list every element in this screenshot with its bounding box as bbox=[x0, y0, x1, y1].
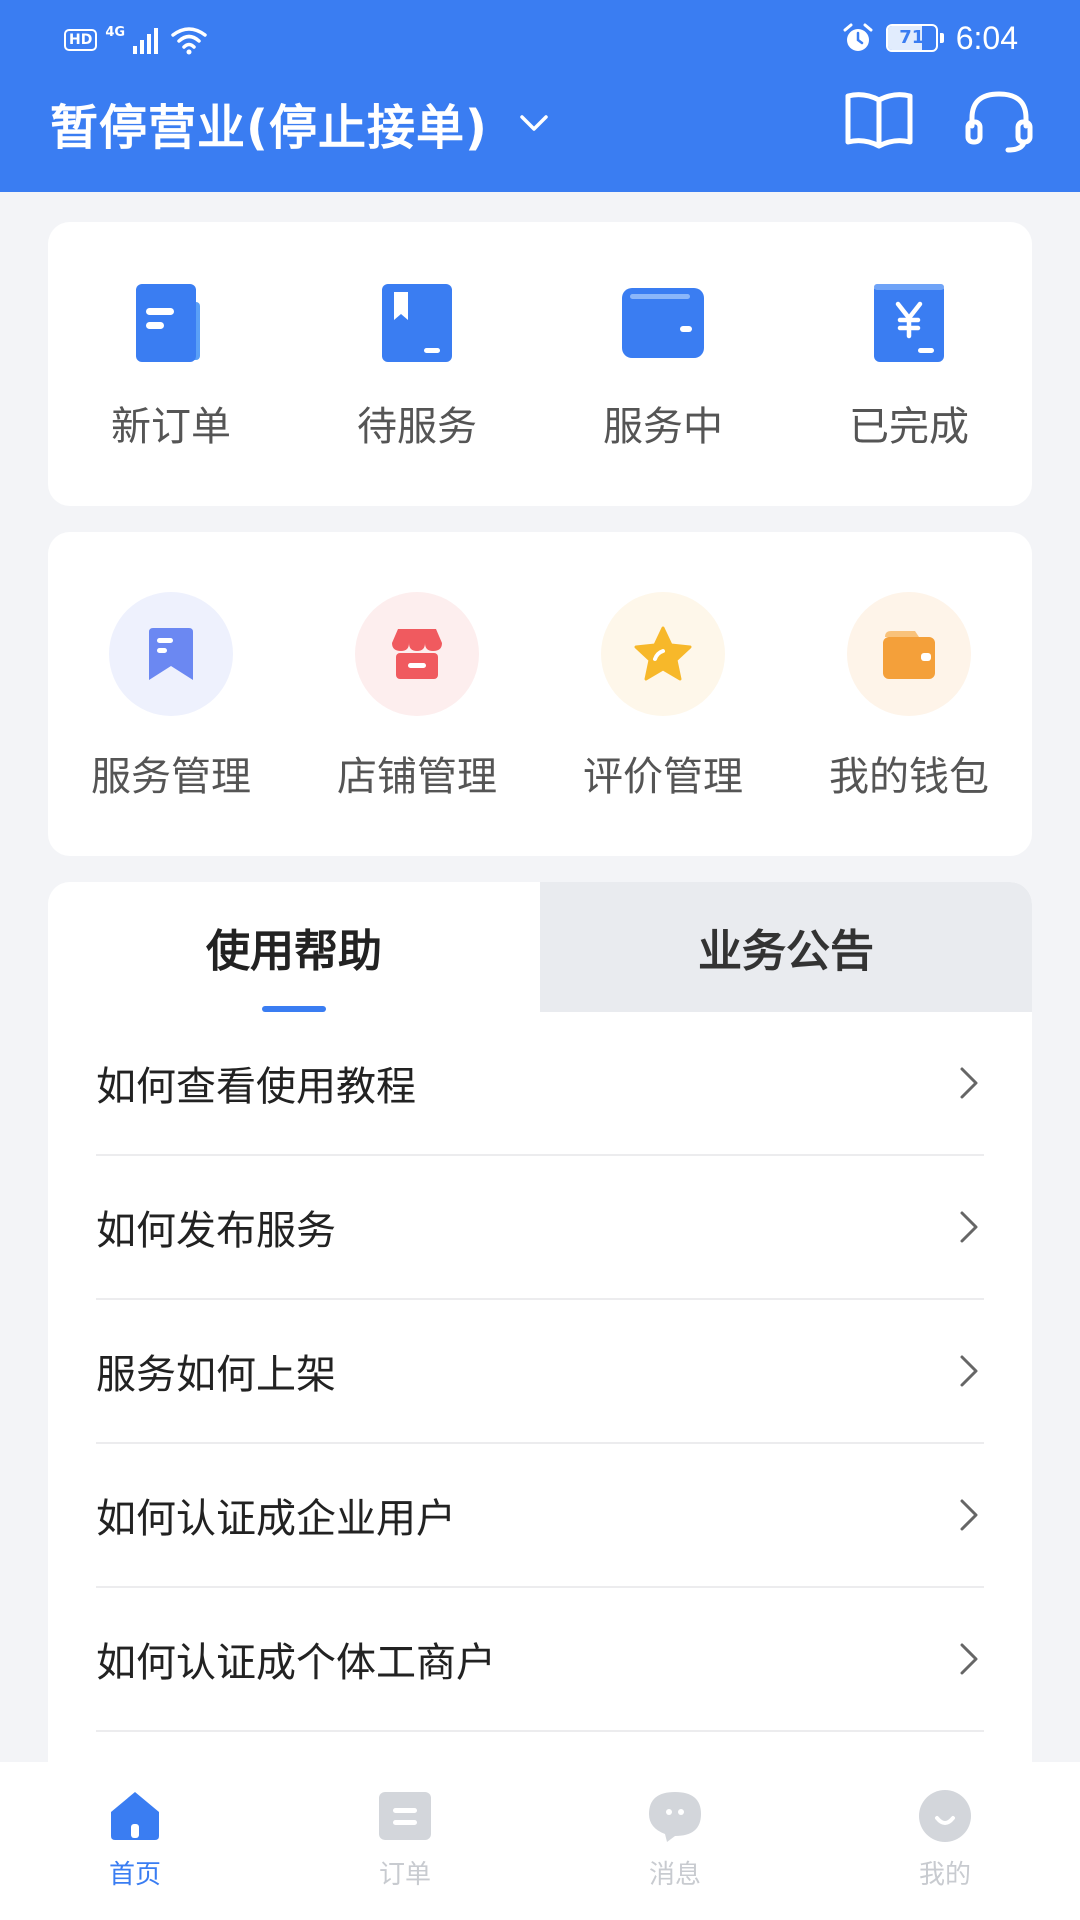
order-status-in-service[interactable]: 服务中 bbox=[540, 222, 786, 506]
service-management-entry[interactable]: 服务管理 bbox=[48, 532, 294, 856]
status-bar-left: HD 4G bbox=[64, 20, 207, 60]
service-management-icon-bg bbox=[109, 592, 233, 716]
order-status-card: 新订单 待服务 服务中 已完成 bbox=[48, 222, 1032, 506]
wallet-folder-icon bbox=[622, 288, 704, 358]
chevron-right-icon bbox=[960, 1355, 978, 1387]
list-item[interactable]: 如何认证成个体工商户 bbox=[96, 1588, 984, 1732]
management-label: 评价管理 bbox=[583, 754, 743, 800]
nav-label: 消息 bbox=[648, 1860, 701, 1890]
header: HD 4G 71 6:04 暂停营业(停止接单) bbox=[0, 0, 1080, 192]
list-item[interactable]: 如何查看使用教程 bbox=[96, 1012, 984, 1156]
nav-orders[interactable]: 订单 bbox=[270, 1762, 540, 1920]
order-status-label: 新订单 bbox=[111, 404, 231, 450]
book-icon[interactable] bbox=[842, 84, 916, 158]
help-item-label: 服务如何上架 bbox=[96, 1352, 336, 1398]
help-item-label: 如何认证成个体工商户 bbox=[96, 1640, 496, 1686]
wallet-icon bbox=[883, 631, 935, 679]
nav-label: 订单 bbox=[378, 1860, 431, 1890]
management-label: 服务管理 bbox=[91, 754, 251, 800]
tab-business-notice[interactable]: 业务公告 bbox=[540, 882, 1032, 1012]
order-list-icon bbox=[379, 1792, 431, 1840]
list-item[interactable]: 如何认证成企业用户 bbox=[96, 1444, 984, 1588]
yen-receipt-icon bbox=[874, 284, 944, 362]
message-icon bbox=[649, 1792, 701, 1842]
battery-tip bbox=[939, 33, 944, 43]
nav-home[interactable]: 首页 bbox=[0, 1762, 270, 1920]
shop-icon bbox=[392, 629, 442, 679]
order-status-label: 待服务 bbox=[357, 404, 477, 450]
tab-label: 业务公告 bbox=[698, 926, 874, 977]
wifi-icon bbox=[171, 27, 207, 55]
wallet-entry[interactable]: 我的钱包 bbox=[786, 532, 1032, 856]
wallet-icon-bg bbox=[847, 592, 971, 716]
hd-badge: HD bbox=[64, 29, 98, 51]
business-status-selector[interactable]: 暂停营业(停止接单) bbox=[50, 88, 554, 158]
chevron-right-icon bbox=[960, 1643, 978, 1675]
order-status-label: 已完成 bbox=[849, 404, 969, 450]
battery: 71 bbox=[885, 24, 944, 52]
management-label: 我的钱包 bbox=[829, 754, 989, 800]
shop-management-icon-bg bbox=[355, 592, 479, 716]
profile-icon bbox=[919, 1790, 971, 1842]
nav-profile[interactable]: 我的 bbox=[810, 1762, 1080, 1920]
tab-usage-help[interactable]: 使用帮助 bbox=[48, 882, 540, 1012]
battery-icon: 71 bbox=[885, 24, 938, 52]
bookmark-flag-icon bbox=[149, 628, 193, 680]
tab-bar: 使用帮助 业务公告 bbox=[48, 882, 1032, 1012]
help-list: 如何查看使用教程 如何发布服务 服务如何上架 如何认证成企业用户 如何认证成个体… bbox=[96, 1012, 984, 1732]
order-status-pending[interactable]: 待服务 bbox=[294, 222, 540, 506]
network-type: 4G bbox=[105, 24, 126, 40]
chevron-right-icon bbox=[960, 1067, 978, 1099]
order-status-new[interactable]: 新订单 bbox=[48, 222, 294, 506]
nav-label: 首页 bbox=[108, 1860, 161, 1890]
chevron-down-icon bbox=[520, 115, 548, 131]
star-icon bbox=[634, 626, 692, 681]
list-item[interactable]: 如何发布服务 bbox=[96, 1156, 984, 1300]
review-management-icon-bg bbox=[601, 592, 725, 716]
help-item-label: 如何发布服务 bbox=[96, 1208, 336, 1254]
nav-messages[interactable]: 消息 bbox=[540, 1762, 810, 1920]
alarm-icon bbox=[843, 23, 873, 51]
clock: 6:04 bbox=[955, 19, 1018, 56]
document-icon bbox=[136, 284, 200, 362]
management-card: 服务管理 店铺管理 评价管理 我的钱包 bbox=[48, 532, 1032, 856]
nav-label: 我的 bbox=[918, 1860, 971, 1890]
business-status-title: 暂停营业(停止接单) bbox=[50, 100, 488, 156]
home-icon bbox=[111, 1792, 159, 1840]
help-item-label: 如何认证成企业用户 bbox=[96, 1496, 456, 1542]
signal-icon bbox=[133, 28, 159, 54]
chevron-right-icon bbox=[960, 1211, 978, 1243]
battery-percent: 71 bbox=[899, 27, 925, 48]
app-screen: HD 4G 71 6:04 暂停营业(停止接单) 新订单 待服务 服务中 已完成… bbox=[0, 0, 1080, 1920]
list-item[interactable]: 服务如何上架 bbox=[96, 1300, 984, 1444]
headset-icon[interactable] bbox=[962, 84, 1036, 158]
order-status-label: 服务中 bbox=[603, 404, 723, 450]
management-label: 店铺管理 bbox=[337, 754, 497, 800]
status-bar: HD 4G 71 6:04 bbox=[0, 0, 1080, 78]
status-bar-right: 71 6:04 bbox=[842, 18, 1018, 58]
review-management-entry[interactable]: 评价管理 bbox=[540, 532, 786, 856]
tab-label: 使用帮助 bbox=[206, 926, 382, 977]
bottom-nav: 首页 订单 消息 我的 bbox=[0, 1762, 1080, 1920]
order-status-completed[interactable]: 已完成 bbox=[786, 222, 1032, 506]
bookmark-book-icon bbox=[382, 284, 452, 362]
help-item-label: 如何查看使用教程 bbox=[96, 1064, 416, 1110]
chevron-right-icon bbox=[960, 1499, 978, 1531]
shop-management-entry[interactable]: 店铺管理 bbox=[294, 532, 540, 856]
